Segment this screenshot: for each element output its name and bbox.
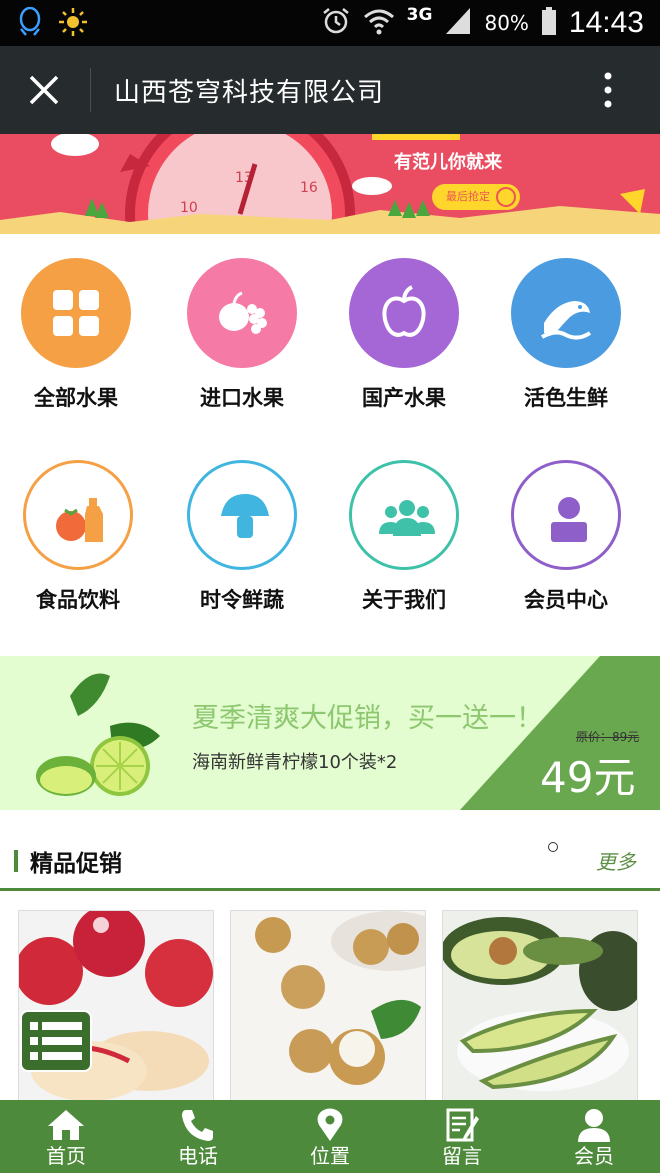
category-label: 全部水果 — [34, 385, 118, 410]
member-icon — [578, 1109, 610, 1142]
alarm-icon — [321, 6, 351, 40]
banner-slogan: 有范儿你就来 — [394, 152, 502, 173]
category-label: 关于我们 — [362, 587, 446, 612]
promo-card[interactable]: 夏季清爽大促销，买一送一！ 海南新鲜青柠檬10个装*2 原价：89元 49元 — [0, 656, 660, 810]
product-card[interactable] — [230, 910, 426, 1112]
user-icon — [511, 460, 621, 570]
avocado-image — [443, 911, 637, 1111]
pager-dot — [548, 842, 558, 852]
category-about-us[interactable]: 关于我们 — [334, 460, 474, 614]
nav-location-label: 位置 — [310, 1144, 350, 1168]
mushroom-icon — [187, 460, 297, 570]
nav-member[interactable]: 会员 — [528, 1100, 660, 1173]
nav-home[interactable]: 首页 — [0, 1100, 132, 1173]
close-icon — [29, 75, 59, 105]
category-label: 活色生鲜 — [524, 385, 608, 410]
section-title: 精品促销 — [30, 850, 122, 877]
category-seasonal-vegetables[interactable]: 时令鲜蔬 — [172, 460, 312, 614]
list-menu-button[interactable] — [20, 1010, 92, 1072]
network-type: 3G — [406, 5, 433, 25]
title-divider — [90, 68, 91, 112]
category-label: 时令鲜蔬 — [200, 587, 284, 612]
category-imported-fruits[interactable]: 进口水果 — [172, 258, 312, 412]
more-link[interactable]: 更多 — [596, 846, 636, 875]
nav-phone-label: 电话 — [178, 1144, 218, 1168]
message-icon — [446, 1108, 479, 1142]
nav-message-label: 留言 — [442, 1144, 482, 1168]
category-domestic-fruits[interactable]: 国产水果 — [334, 258, 474, 412]
category-label: 食品饮料 — [36, 587, 120, 612]
nav-phone[interactable]: 电话 — [132, 1100, 264, 1173]
brightness-icon — [58, 7, 88, 41]
wifi-icon — [363, 6, 395, 40]
bottom-nav: 首页 电话 位置 留言 会员 — [0, 1100, 660, 1173]
section-header: 精品促销 更多 — [0, 830, 660, 891]
grid-icon — [21, 258, 131, 368]
category-member-center[interactable]: 会员中心 — [496, 460, 636, 614]
category-fresh-seafood[interactable]: 活色生鲜 — [496, 258, 636, 412]
fish-icon — [511, 258, 621, 368]
close-button[interactable] — [28, 74, 60, 106]
product-card[interactable] — [442, 910, 638, 1112]
banner-illustration: 13 16 10 — [0, 134, 660, 234]
category-label: 会员中心 — [524, 587, 608, 612]
fruit-basket-icon — [187, 258, 297, 368]
battery-percent: 80% — [484, 11, 529, 35]
longan-image — [231, 911, 425, 1111]
qq-icon — [18, 6, 42, 41]
more-vertical-icon — [604, 72, 612, 108]
chevron-right-icon — [496, 187, 516, 207]
battery-icon — [541, 6, 557, 40]
nav-member-label: 会员 — [574, 1144, 614, 1168]
nav-location[interactable]: 位置 — [264, 1100, 396, 1173]
promo-original-price: 原价：89元 — [576, 730, 640, 744]
svg-text:10: 10 — [180, 200, 198, 216]
svg-text:16: 16 — [300, 180, 318, 196]
promo-banner[interactable]: 13 16 10 有范儿你就来 最后抢定 — [0, 134, 660, 234]
section-accent-bar — [14, 850, 18, 872]
food-drink-icon — [23, 460, 133, 570]
title-bar: 山西苍穹科技有限公司 — [0, 46, 660, 134]
category-label: 国产水果 — [362, 385, 446, 410]
category-food-drinks[interactable]: 食品饮料 — [8, 460, 148, 614]
group-icon — [349, 460, 459, 570]
home-icon — [48, 1110, 84, 1140]
more-button[interactable] — [596, 70, 620, 110]
banner-cta-button[interactable]: 最后抢定 — [432, 184, 520, 210]
location-icon — [317, 1108, 343, 1141]
banner-cta-label: 最后抢定 — [446, 190, 490, 203]
signal-icon — [444, 6, 472, 40]
status-bar: 3G 80% 14:43 — [0, 0, 660, 46]
promo-subtitle: 海南新鲜青柠檬10个装*2 — [192, 752, 398, 773]
list-icon — [30, 1022, 82, 1060]
nav-message[interactable]: 留言 — [396, 1100, 528, 1173]
page-title: 山西苍穹科技有限公司 — [114, 78, 385, 108]
nav-home-label: 首页 — [46, 1144, 86, 1168]
category-all-fruits[interactable]: 全部水果 — [6, 258, 146, 412]
apple-icon — [349, 258, 459, 368]
promo-headline: 夏季清爽大促销，买一送一！ — [192, 703, 543, 734]
promo-price: 49元 — [540, 753, 636, 802]
clock: 14:43 — [568, 6, 644, 39]
phone-icon — [182, 1110, 213, 1141]
category-label: 进口水果 — [200, 385, 284, 410]
